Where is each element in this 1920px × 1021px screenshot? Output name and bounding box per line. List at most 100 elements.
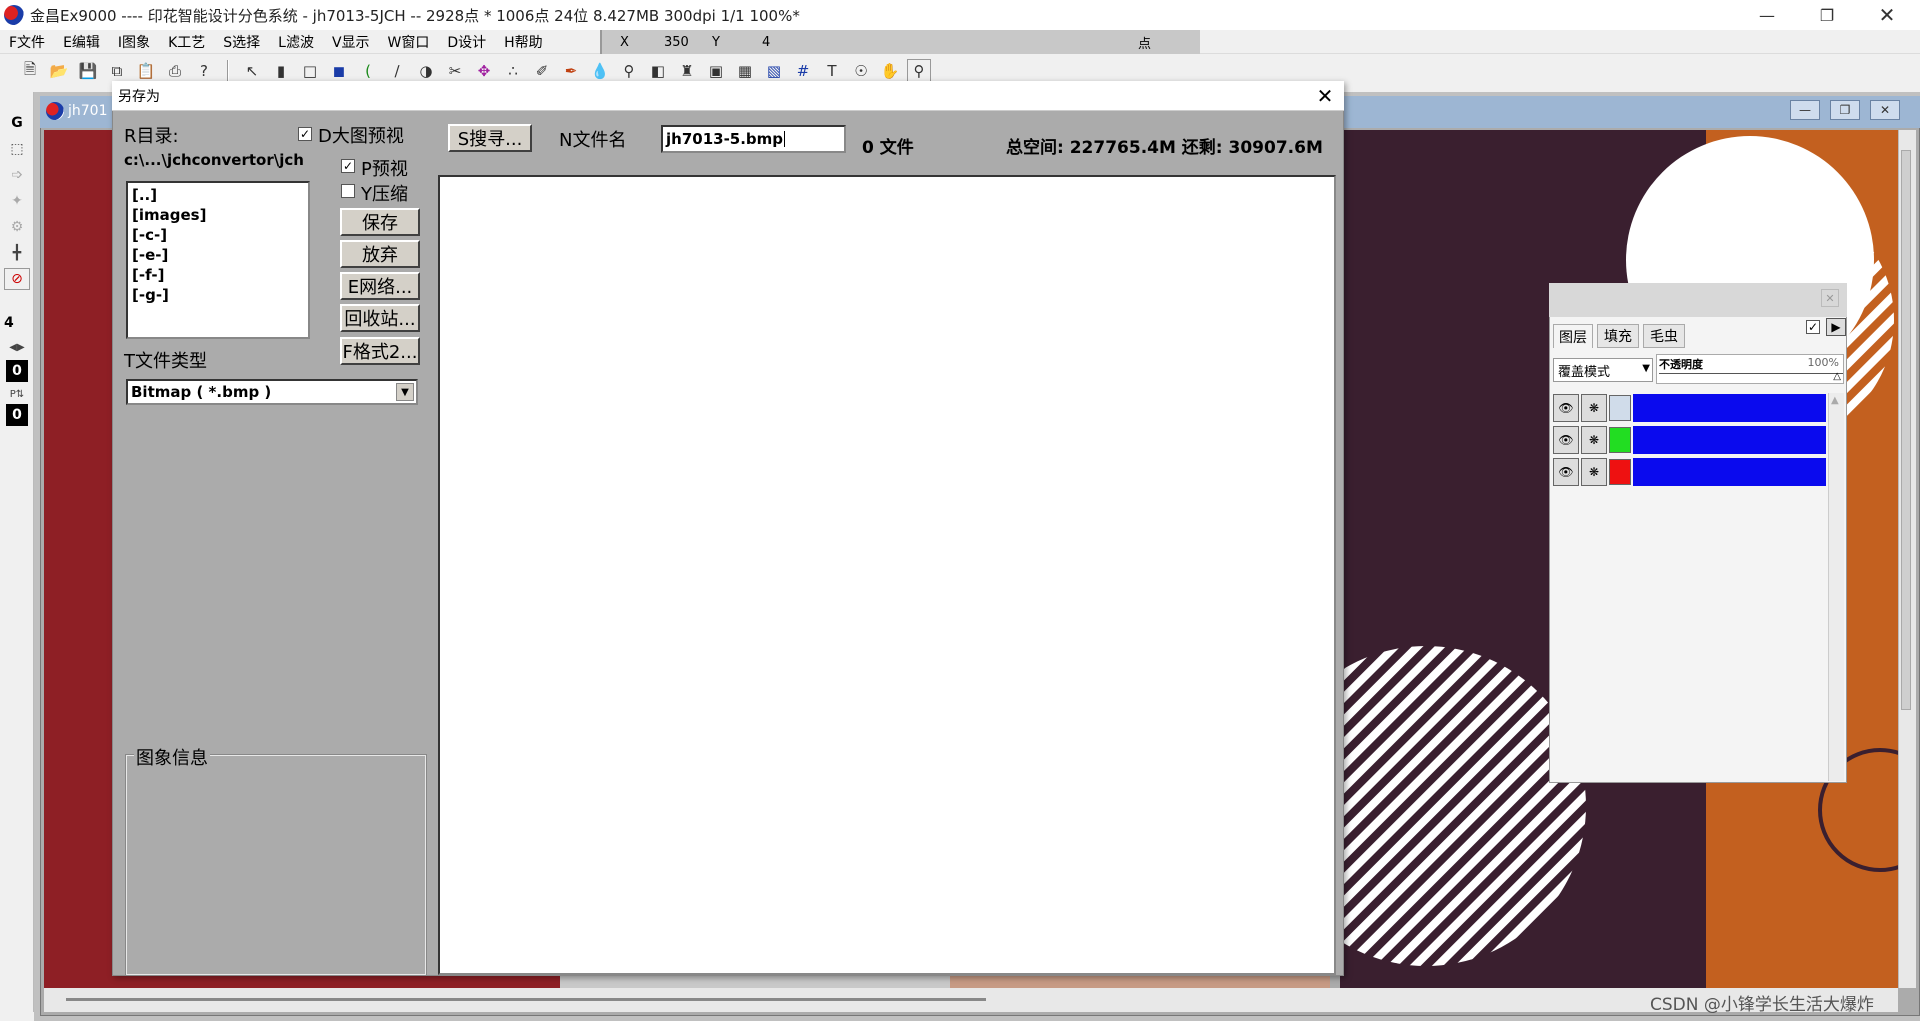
pen-icon[interactable]: ✐ bbox=[530, 59, 554, 83]
menu-process[interactable]: K工艺 bbox=[159, 32, 214, 52]
close-window-icon[interactable]: ✕ bbox=[1860, 0, 1914, 30]
scissors-icon[interactable]: ✂ bbox=[443, 59, 467, 83]
save-button[interactable]: 保存 bbox=[340, 208, 420, 236]
layers-panel-header[interactable]: ✕ bbox=[1549, 283, 1847, 317]
brush-icon[interactable]: ✒ bbox=[559, 59, 583, 83]
menu-select[interactable]: S选择 bbox=[214, 32, 269, 52]
dialog-close-icon[interactable]: ✕ bbox=[1308, 82, 1342, 110]
help-icon[interactable]: ? bbox=[192, 59, 216, 83]
copy-icon[interactable]: ⧉ bbox=[105, 59, 129, 83]
list-item[interactable]: [..] bbox=[132, 185, 304, 205]
opacity-slider[interactable]: 不透明度 100% △ bbox=[1656, 354, 1844, 384]
menu-file[interactable]: F文件 bbox=[0, 32, 54, 52]
no-select-icon[interactable]: ⊘ bbox=[4, 268, 30, 290]
layer-bar[interactable] bbox=[1633, 458, 1826, 486]
dialog-title-bar[interactable] bbox=[112, 81, 1344, 111]
child-close-icon[interactable]: ✕ bbox=[1870, 100, 1900, 120]
zoom-icon[interactable]: ⚲ bbox=[907, 59, 931, 83]
line-icon[interactable]: ∕ bbox=[385, 59, 409, 83]
hand-icon[interactable]: ✋ bbox=[878, 59, 902, 83]
eraser-icon[interactable]: ▮ bbox=[269, 59, 293, 83]
hash-grid-icon[interactable]: # bbox=[791, 59, 815, 83]
layer-bar[interactable] bbox=[1633, 426, 1826, 454]
menu-design[interactable]: D设计 bbox=[438, 32, 495, 52]
tolerance-top-value[interactable]: 0 bbox=[6, 360, 28, 382]
menu-window[interactable]: W窗口 bbox=[379, 32, 439, 52]
menu-filter[interactable]: L滤波 bbox=[269, 32, 323, 52]
search-button[interactable]: S搜寻... bbox=[448, 124, 532, 152]
eye-icon[interactable]: 👁 bbox=[1553, 426, 1579, 454]
drop-icon[interactable]: 💧 bbox=[588, 59, 612, 83]
network-button[interactable]: E网络... bbox=[340, 272, 420, 300]
crosshair-icon[interactable]: ╋ bbox=[4, 242, 30, 264]
layer-row[interactable]: 👁 ❋ bbox=[1553, 457, 1826, 487]
size-stepper-icon[interactable]: ◀▶ bbox=[4, 336, 30, 358]
mask-icon[interactable]: ❋ bbox=[1581, 426, 1607, 454]
save-icon[interactable]: 💾 bbox=[76, 59, 100, 83]
child-restore-icon[interactable]: ❐ bbox=[1830, 100, 1860, 120]
large-preview-checkbox[interactable]: ✓ bbox=[298, 127, 312, 141]
fill-shape-icon[interactable]: ◼ bbox=[327, 59, 351, 83]
list-item[interactable]: [-f-] bbox=[132, 265, 304, 285]
mode-switch-icon[interactable]: P⇅ bbox=[4, 383, 30, 405]
magnifier-icon[interactable]: ⚲ bbox=[617, 59, 641, 83]
rectangle-icon[interactable]: □ bbox=[298, 59, 322, 83]
layer-row[interactable]: 👁 ❋ bbox=[1553, 393, 1826, 423]
new-file-icon[interactable]: 🗎 bbox=[18, 59, 42, 83]
gear-select-icon[interactable]: ⚙ bbox=[4, 216, 30, 238]
scroll-up-icon[interactable]: ▲ bbox=[1831, 395, 1839, 406]
vertical-scroll-thumb[interactable] bbox=[1901, 150, 1911, 710]
mask-icon[interactable]: ❋ bbox=[1581, 394, 1607, 422]
file-type-select[interactable]: Bitmap ( *.bmp ) ▼ bbox=[126, 379, 418, 405]
mask-icon[interactable]: ❋ bbox=[1581, 458, 1607, 486]
gradient-icon[interactable]: ◧ bbox=[646, 59, 670, 83]
restore-icon[interactable]: ❐ bbox=[1800, 0, 1854, 30]
curve-icon[interactable]: ( bbox=[356, 59, 380, 83]
menu-edit[interactable]: E编辑 bbox=[54, 32, 109, 52]
child-minimize-icon[interactable]: — bbox=[1790, 100, 1820, 120]
spray-icon[interactable]: ∴ bbox=[501, 59, 525, 83]
pointer-icon[interactable]: ↖ bbox=[240, 59, 264, 83]
list-item[interactable]: [-c-] bbox=[132, 225, 304, 245]
text-icon[interactable]: T bbox=[820, 59, 844, 83]
list-item[interactable]: [-e-] bbox=[132, 245, 304, 265]
blend-mode-select[interactable]: 覆盖模式 ▼ bbox=[1553, 358, 1653, 382]
menu-image[interactable]: I图象 bbox=[109, 32, 159, 52]
list-item[interactable]: [-g-] bbox=[132, 285, 304, 305]
grid-icon[interactable]: ▧ bbox=[762, 59, 786, 83]
lasso-icon[interactable]: ➩ bbox=[4, 164, 30, 186]
tab-layers[interactable]: 图层 bbox=[1553, 324, 1593, 348]
open-folder-icon[interactable]: 📂 bbox=[47, 59, 71, 83]
brush-size-value[interactable]: 4 bbox=[4, 312, 30, 334]
spiral-icon[interactable]: ☉ bbox=[849, 59, 873, 83]
panel-close-icon[interactable]: ✕ bbox=[1821, 289, 1839, 307]
recycle-bin-button[interactable]: 回收站... bbox=[340, 304, 420, 332]
bucket-icon[interactable]: ◑ bbox=[414, 59, 438, 83]
tab-caterpillar[interactable]: 毛虫 bbox=[1643, 324, 1685, 348]
preview-checkbox[interactable]: ✓ bbox=[341, 159, 355, 173]
frame-icon[interactable]: ▣ bbox=[704, 59, 728, 83]
list-item[interactable]: [images] bbox=[132, 205, 304, 225]
layers-scrollbar[interactable]: ▲ bbox=[1828, 393, 1844, 781]
tolerance-bottom-value[interactable]: 0 bbox=[6, 404, 28, 426]
eye-icon[interactable]: 👁 bbox=[1553, 458, 1579, 486]
layer-bar[interactable] bbox=[1633, 394, 1826, 422]
chevron-down-icon[interactable]: ▼ bbox=[396, 383, 414, 401]
wand-icon[interactable]: ✦ bbox=[4, 190, 30, 212]
filename-input[interactable]: jh7013-5.bmp bbox=[661, 125, 846, 153]
cancel-button[interactable]: 放弃 bbox=[340, 240, 420, 268]
panel-checkbox[interactable]: ✓ bbox=[1806, 320, 1820, 334]
tab-fill[interactable]: 填充 bbox=[1597, 324, 1639, 348]
panel-menu-arrow-icon[interactable]: ▶ bbox=[1826, 318, 1846, 336]
layer-row[interactable]: 👁 ❋ bbox=[1553, 425, 1826, 455]
paste-icon[interactable]: 📋 bbox=[134, 59, 158, 83]
horizontal-scroll-thumb[interactable] bbox=[66, 998, 986, 1001]
marquee-icon[interactable]: ⬚ bbox=[4, 138, 30, 160]
pattern-icon[interactable]: ▦ bbox=[733, 59, 757, 83]
eye-icon[interactable]: 👁 bbox=[1553, 394, 1579, 422]
compress-checkbox[interactable] bbox=[341, 184, 355, 198]
format2-button[interactable]: F格式2... bbox=[340, 337, 420, 365]
node-icon[interactable]: ✥ bbox=[472, 59, 496, 83]
opacity-handle-icon[interactable]: △ bbox=[1833, 371, 1841, 382]
directory-list[interactable]: [..] [images] [-c-] [-e-] [-f-] [-g-] bbox=[126, 181, 310, 339]
